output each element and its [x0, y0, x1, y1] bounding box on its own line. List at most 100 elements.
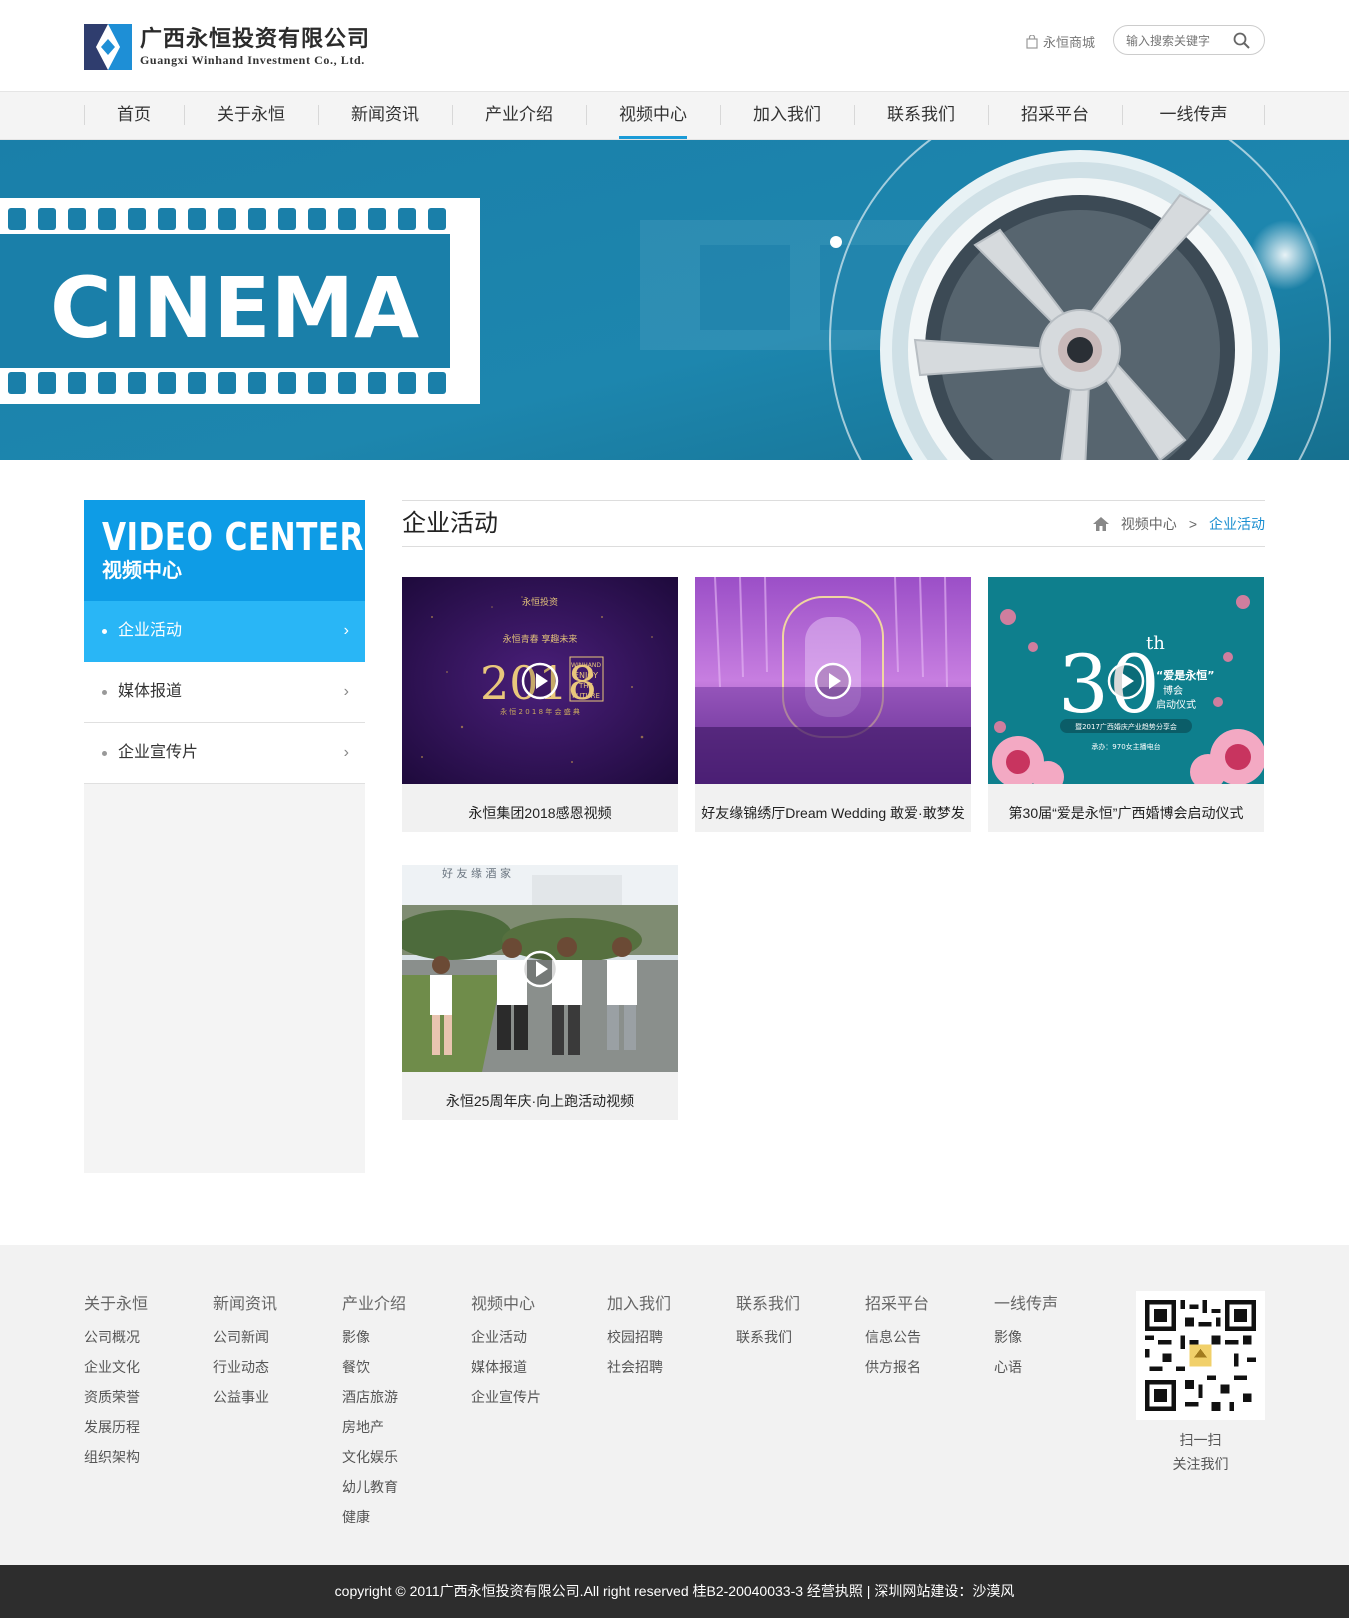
play-icon[interactable]: [1106, 661, 1146, 701]
company-logo[interactable]: 广西永恒投资有限公司 Guangxi Winhand Investment Co…: [84, 24, 370, 70]
footer-link[interactable]: 心语: [994, 1359, 1058, 1375]
footer-link[interactable]: 健康: [342, 1509, 406, 1525]
footer-link[interactable]: 信息公告: [865, 1329, 929, 1345]
logo-mark-icon: [84, 24, 132, 70]
qr-code-icon: [1136, 1291, 1265, 1420]
footer-column-about: 关于永恒 公司概况 企业文化 资质荣誉 发展历程 组织架构: [84, 1295, 148, 1479]
chevron-right-icon: ›: [343, 622, 349, 639]
video-card[interactable]: 好友缘锦绣厅Dream Wedding 敢爱·敢梦发: [695, 577, 971, 832]
banner-cinema-text: CINEMA: [50, 259, 419, 357]
nav-item-industry[interactable]: 产业介绍: [452, 92, 586, 139]
video-caption: 永恒25周年庆·向上跑活动视频: [445, 1093, 635, 1109]
page-banner: CINEMA: [0, 140, 1349, 460]
home-icon[interactable]: [1092, 517, 1109, 531]
nav-item-video-center[interactable]: 视频中心: [586, 92, 720, 139]
footer-link[interactable]: 组织架构: [84, 1449, 148, 1465]
footer-link[interactable]: 社会招聘: [607, 1359, 671, 1375]
logo-name-en: Guangxi Winhand Investment Co., Ltd.: [140, 53, 365, 67]
search-input[interactable]: [1126, 32, 1231, 50]
footer-link[interactable]: 餐饮: [342, 1359, 406, 1375]
video-card[interactable]: 30 th “爱是永恒” 博会 启动仪式 暨2017广西婚庆产业趋势分享会 承办…: [988, 577, 1264, 832]
footer-link[interactable]: 公益事业: [213, 1389, 277, 1405]
nav-item-about[interactable]: 关于永恒: [184, 92, 318, 139]
shopping-bag-icon: [1026, 34, 1038, 49]
video-thumbnail: 永恒投资 永恒青春 享趣未来 2018 WINHAND ENJOY THE FU…: [402, 577, 678, 784]
sidebar-title-en: VIDEO CENTER: [102, 515, 364, 559]
footer-link[interactable]: 酒店旅游: [342, 1389, 406, 1405]
footer-heading[interactable]: 产业介绍: [342, 1295, 406, 1315]
footer-column-video: 视频中心 企业活动 媒体报道 企业宣传片: [471, 1295, 541, 1419]
bullet-icon: [102, 690, 107, 695]
video-card[interactable]: 好 友 缘 酒 家 永恒25周年庆·向上跑活动视频: [402, 865, 678, 1120]
footer-heading[interactable]: 联系我们: [736, 1295, 800, 1315]
footer-link[interactable]: 影像: [342, 1329, 406, 1345]
sidebar-title-cn: 视频中心: [102, 560, 182, 582]
logo-name-cn: 广西永恒投资有限公司: [140, 26, 371, 51]
footer-link[interactable]: 企业宣传片: [471, 1389, 541, 1405]
footer-heading[interactable]: 视频中心: [471, 1295, 541, 1315]
play-icon[interactable]: [813, 661, 853, 701]
sidebar-item-media-reports[interactable]: 媒体报道 ›: [84, 662, 365, 723]
nav-item-news[interactable]: 新闻资讯: [318, 92, 452, 139]
footer-link[interactable]: 公司概况: [84, 1329, 148, 1345]
chevron-right-icon: ›: [343, 744, 349, 761]
main-content: 企业活动 视频中心 > 企业活动 永恒投资 永恒青春 享趣未来 WINHAND …: [402, 500, 1265, 1120]
thumb-sub1-text: 博会: [1163, 684, 1183, 697]
sidebar-item-corporate-events[interactable]: 企业活动 ›: [84, 601, 365, 662]
footer-column-industry: 产业介绍 影像 餐饮 酒店旅游 房地产 文化娱乐 幼儿教育 健康: [342, 1295, 406, 1539]
nav-item-procurement[interactable]: 招采平台: [988, 92, 1122, 139]
footer-link[interactable]: 资质荣誉: [84, 1389, 148, 1405]
breadcrumb: 视频中心 > 企业活动: [1092, 515, 1265, 533]
footer-link[interactable]: 房地产: [342, 1419, 406, 1435]
search-box: [1113, 25, 1265, 55]
nav-item-join-us[interactable]: 加入我们: [720, 92, 854, 139]
nav-item-label: 加入我们: [753, 105, 821, 124]
footer-link[interactable]: 幼儿教育: [342, 1479, 406, 1495]
chevron-right-icon: ›: [343, 683, 349, 700]
page-title: 企业活动: [402, 510, 498, 537]
thumb-sub2-text: 启动仪式: [1156, 698, 1196, 711]
thumb-sign-text: 好 友 缘 酒 家: [442, 866, 511, 880]
nav-item-label: 联系我们: [887, 105, 955, 124]
video-thumbnail: [695, 577, 971, 784]
footer-link[interactable]: 公司新闻: [213, 1329, 277, 1345]
footer-link[interactable]: 文化娱乐: [342, 1449, 406, 1465]
footer-link[interactable]: 企业活动: [471, 1329, 541, 1345]
thumb-suffix-text: th: [1146, 633, 1165, 654]
nav-item-voices[interactable]: 一线传声: [1122, 92, 1265, 139]
nav-item-contact[interactable]: 联系我们: [854, 92, 988, 139]
footer-link[interactable]: 媒体报道: [471, 1359, 541, 1375]
video-card[interactable]: 永恒投资 永恒青春 享趣未来 2018 WINHAND ENJOY THE FU…: [402, 577, 678, 832]
footer-link[interactable]: 行业动态: [213, 1359, 277, 1375]
video-caption: 好友缘锦绣厅Dream Wedding 敢爱·敢梦发: [701, 805, 965, 821]
shop-link-label: 永恒商城: [1043, 35, 1096, 50]
footer-heading[interactable]: 加入我们: [607, 1295, 671, 1315]
sidebar-item-promo-films[interactable]: 企业宣传片 ›: [84, 723, 365, 784]
breadcrumb-parent[interactable]: 视频中心: [1121, 515, 1177, 533]
qr-caption-line1: 扫一扫: [1179, 1432, 1222, 1448]
content-header: 企业活动 视频中心 > 企业活动: [402, 500, 1265, 547]
footer-link[interactable]: 供方报名: [865, 1359, 929, 1375]
thumb-enjoy-line2: ENJOY: [574, 671, 598, 680]
play-icon[interactable]: [520, 661, 560, 701]
footer-heading[interactable]: 关于永恒: [84, 1295, 148, 1315]
video-thumbnail: 30 th “爱是永恒” 博会 启动仪式 暨2017广西婚庆产业趋势分享会 承办…: [988, 577, 1264, 784]
qr-caption-line2: 关注我们: [1172, 1456, 1229, 1472]
bullet-icon: [102, 629, 107, 634]
footer-link[interactable]: 影像: [994, 1329, 1058, 1345]
footer-link[interactable]: 联系我们: [736, 1329, 800, 1345]
search-icon[interactable]: [1232, 31, 1252, 51]
play-icon[interactable]: [520, 949, 560, 989]
footer-heading[interactable]: 一线传声: [994, 1295, 1058, 1315]
footer-link[interactable]: 企业文化: [84, 1359, 148, 1375]
footer-heading[interactable]: 新闻资讯: [213, 1295, 277, 1315]
footer-heading[interactable]: 招采平台: [865, 1295, 929, 1315]
thumb-enjoy-line3: THE: [578, 682, 593, 690]
site-header: 广西永恒投资有限公司 Guangxi Winhand Investment Co…: [0, 0, 1349, 91]
nav-item-home[interactable]: 首页: [84, 92, 184, 139]
shop-link[interactable]: 永恒商城: [1026, 32, 1095, 51]
breadcrumb-separator: >: [1188, 516, 1197, 532]
thumb-slogan-text: 永恒青春 享趣未来: [503, 633, 578, 645]
footer-link[interactable]: 校园招聘: [607, 1329, 671, 1345]
footer-link[interactable]: 发展历程: [84, 1419, 148, 1435]
